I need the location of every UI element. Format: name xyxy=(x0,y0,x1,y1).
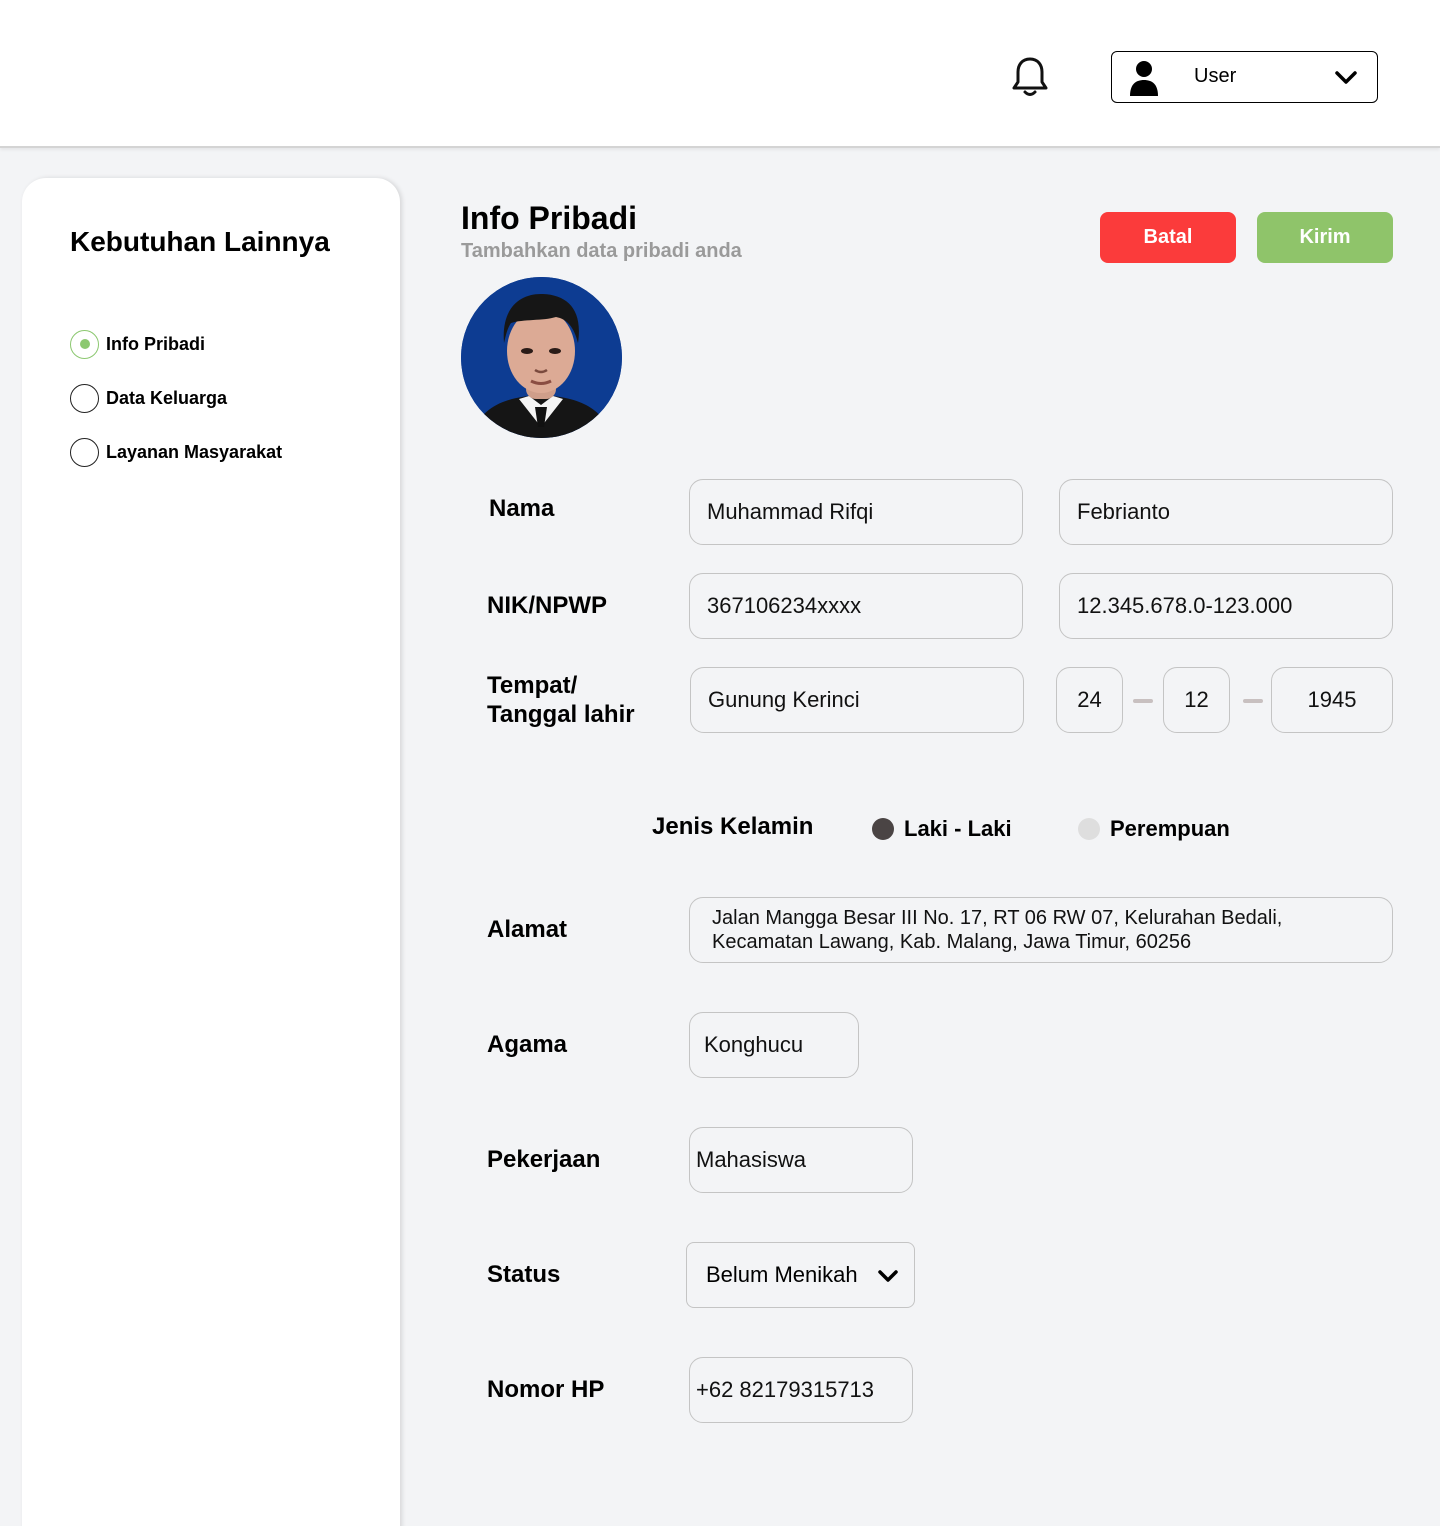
ttl-label: Tempat/ Tanggal lahir xyxy=(487,671,635,729)
page-title: Info Pribadi xyxy=(461,200,637,236)
pekerjaan-label: Pekerjaan xyxy=(487,1146,601,1173)
agama-label: Agama xyxy=(487,1031,568,1058)
religion-input[interactable]: Konghucu xyxy=(689,1012,859,1078)
status-label: Status xyxy=(487,1261,561,1288)
sidebar-item-data-keluarga[interactable]: Data Keluarga xyxy=(70,383,227,413)
sidebar-item-layanan-masyarakat[interactable]: Layanan Masyarakat xyxy=(70,437,282,467)
ttl-label-line1: Tempat/ xyxy=(487,672,578,699)
phone-input[interactable]: +62 82179315713 xyxy=(689,1357,913,1423)
sidebar-item-label: Data Keluarga xyxy=(106,387,228,408)
nik-input[interactable]: 367106234xxxx xyxy=(689,573,1023,639)
address-input[interactable]: Jalan Mangga Besar III No. 17, RT 06 RW … xyxy=(689,897,1393,963)
marital-status-value: Belum Menikah xyxy=(706,1262,858,1287)
phone-label: Nomor HP xyxy=(487,1376,605,1403)
gender-option-male[interactable]: Laki - Laki xyxy=(872,816,1012,842)
address-line1: Jalan Mangga Besar III No. 17, RT 06 RW … xyxy=(712,907,1283,929)
gender-option-label: Laki - Laki xyxy=(904,816,1012,841)
birth-month-input[interactable]: 12 xyxy=(1163,667,1230,733)
radio-empty-icon xyxy=(70,383,99,413)
radio-selected-icon xyxy=(70,329,99,359)
sidebar-title: Kebutuhan Lainnya xyxy=(70,226,330,257)
radio-empty-icon xyxy=(70,437,99,467)
radio-empty-icon xyxy=(1078,818,1100,840)
submit-button[interactable]: Kirim xyxy=(1257,212,1393,263)
nik-npwp-label: NIK/NPWP xyxy=(487,592,607,619)
page-subtitle: Tambahkan data pribadi anda xyxy=(461,240,742,262)
sidebar-item-label: Info Pribadi xyxy=(106,333,205,354)
sidebar-item-label: Layanan Masyarakat xyxy=(106,441,283,462)
chevron-down-icon xyxy=(878,1270,898,1282)
last-name-input[interactable]: Febrianto xyxy=(1059,479,1393,545)
occupation-input[interactable]: Mahasiswa xyxy=(689,1127,913,1193)
user-menu-dropdown[interactable]: User xyxy=(1111,51,1378,103)
birthplace-input[interactable]: Gunung Kerinci xyxy=(690,667,1024,733)
npwp-input[interactable]: 12.345.678.0-123.000 xyxy=(1059,573,1393,639)
radio-selected-icon xyxy=(872,818,894,840)
alamat-label: Alamat xyxy=(487,916,568,943)
cancel-button[interactable]: Batal xyxy=(1100,212,1236,263)
sidebar-item-info-pribadi[interactable]: Info Pribadi xyxy=(70,329,205,359)
marital-status-select[interactable]: Belum Menikah xyxy=(686,1242,915,1308)
birth-year-input[interactable]: 1945 xyxy=(1271,667,1393,733)
user-icon xyxy=(1130,61,1158,96)
top-bar: User xyxy=(0,0,1440,148)
bell-icon[interactable] xyxy=(1010,55,1050,99)
gender-option-female[interactable]: Perempuan xyxy=(1078,816,1230,842)
birth-day-input[interactable]: 24 xyxy=(1056,667,1123,733)
first-name-input[interactable]: Muhammad Rifqi xyxy=(689,479,1023,545)
gender-label: Jenis Kelamin xyxy=(652,813,814,840)
address-line2: Kecamatan Lawang, Kab. Malang, Jawa Timu… xyxy=(712,931,1192,953)
date-separator xyxy=(1243,699,1263,703)
gender-option-label: Perempuan xyxy=(1110,816,1230,841)
ttl-label-line2: Tanggal lahir xyxy=(487,701,635,728)
user-menu-label: User xyxy=(1194,65,1237,87)
chevron-down-icon xyxy=(1335,71,1357,84)
sidebar: Kebutuhan Lainnya Info Pribadi Data Kelu… xyxy=(22,178,400,1526)
profile-photo-image xyxy=(461,277,622,438)
date-separator xyxy=(1133,699,1153,703)
profile-photo[interactable] xyxy=(461,277,622,438)
nama-label: Nama xyxy=(489,495,555,522)
